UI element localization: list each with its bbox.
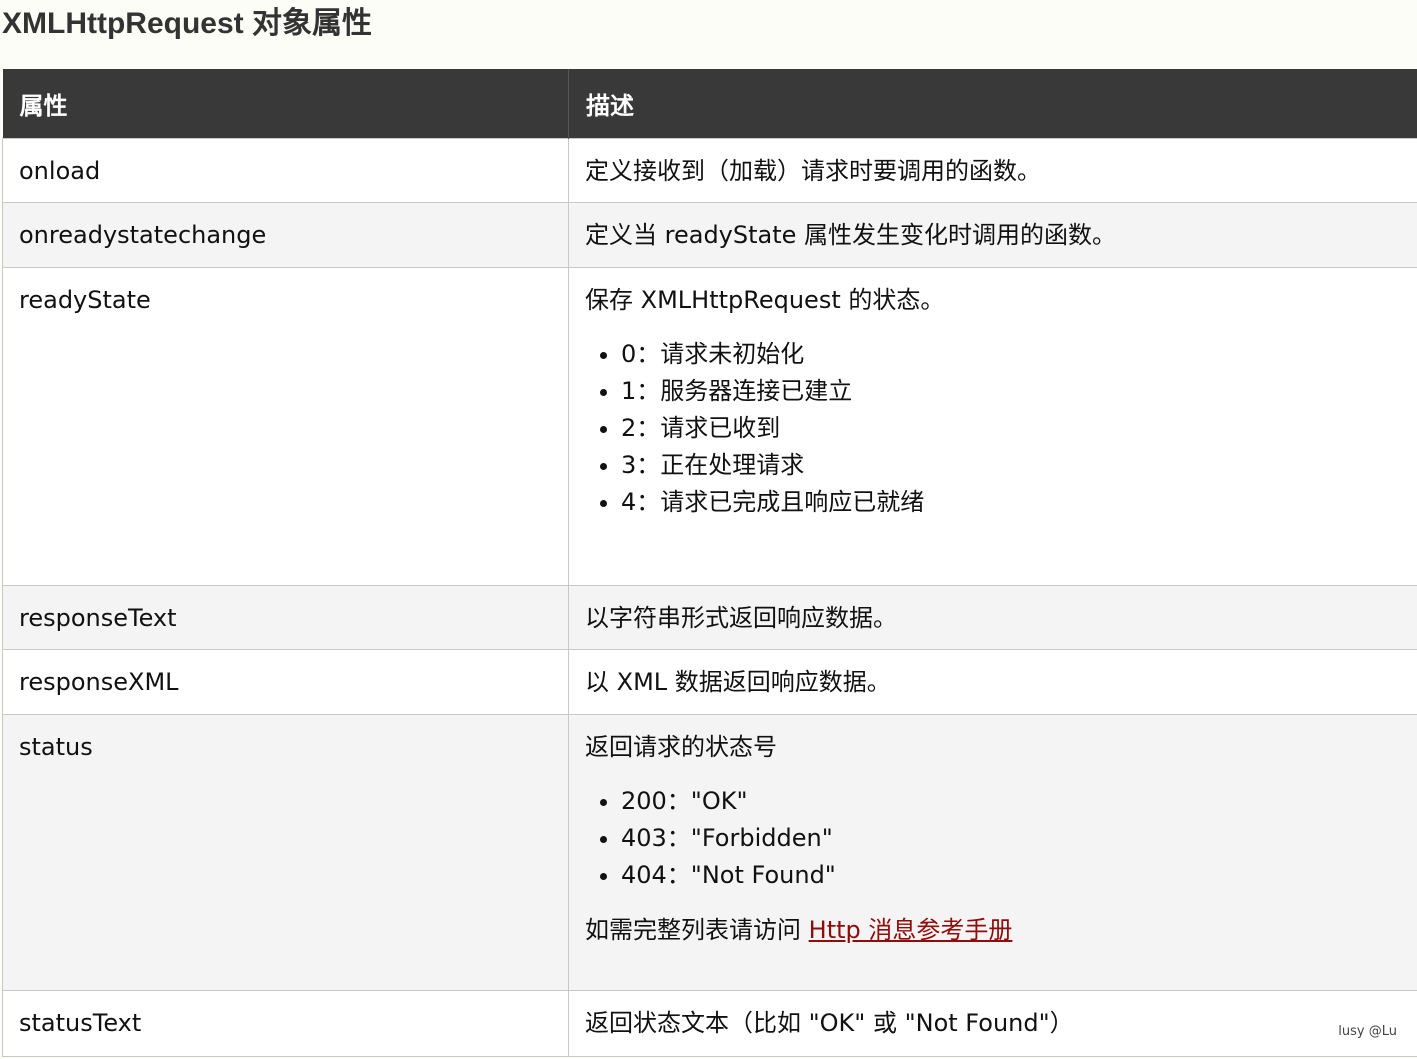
table-row: onreadystatechange 定义当 readyState 属性发生变化…	[2, 201, 1417, 268]
watermark: lusy @Lu	[1338, 1024, 1397, 1039]
property-description: 以 XML 数据返回响应数据。	[568, 648, 1417, 715]
property-name: responseText	[2, 584, 569, 650]
property-name: onreadystatechange	[2, 201, 569, 268]
table-row: responseText 以字符串形式返回响应数据。	[2, 584, 1417, 650]
reference-note: 如需完整列表请访问 Http 消息参考手册	[585, 914, 1401, 946]
table-header-row: 属性 描述	[2, 69, 1417, 138]
list-item: 200："OK"	[621, 783, 1401, 820]
list-item: 3：正在处理请求	[621, 447, 1401, 484]
property-description: 定义当 readyState 属性发生变化时调用的函数。	[568, 201, 1417, 268]
list-item: 0：请求未初始化	[621, 336, 1401, 373]
list-item: 4：请求已完成且响应已就绪	[621, 484, 1401, 521]
properties-table: 属性 描述 onload 定义接收到（加载）请求时要调用的函数。 onready…	[2, 69, 1417, 1057]
column-header-property: 属性	[2, 69, 569, 138]
table-row: responseXML 以 XML 数据返回响应数据。	[2, 648, 1417, 715]
list-item: 404："Not Found"	[621, 857, 1401, 894]
column-header-description: 描述	[568, 69, 1417, 138]
property-name: readyState	[2, 266, 569, 586]
table-row: status 返回请求的状态号 200："OK" 403："Forbidden"…	[2, 713, 1417, 991]
property-name: statusText	[2, 989, 569, 1057]
page-title: XMLHttpRequest 对象属性	[2, 7, 372, 40]
property-name: status	[2, 713, 569, 991]
list-item: 2：请求已收到	[621, 410, 1401, 447]
reference-note-text: 如需完整列表请访问	[585, 915, 809, 944]
table-row: onload 定义接收到（加载）请求时要调用的函数。	[2, 137, 1417, 203]
list-item: 1：服务器连接已建立	[621, 373, 1401, 410]
property-name: onload	[2, 137, 569, 203]
ready-state-list: 0：请求未初始化 1：服务器连接已建立 2：请求已收到 3：正在处理请求 4：请…	[585, 336, 1401, 521]
table-row: statusText 返回状态文本（比如 "OK" 或 "Not Found"）	[2, 989, 1417, 1057]
status-code-list: 200："OK" 403："Forbidden" 404："Not Found"	[585, 783, 1401, 894]
property-description: 定义接收到（加载）请求时要调用的函数。	[568, 137, 1417, 203]
http-reference-link[interactable]: Http 消息参考手册	[809, 916, 1013, 944]
property-description-cell: 保存 XMLHttpRequest 的状态。 0：请求未初始化 1：服务器连接已…	[568, 266, 1417, 586]
property-description: 保存 XMLHttpRequest 的状态。	[585, 285, 945, 314]
property-description: 返回请求的状态号	[585, 732, 777, 761]
property-description: 以字符串形式返回响应数据。	[568, 584, 1417, 650]
property-description: 返回状态文本（比如 "OK" 或 "Not Found"）	[568, 989, 1417, 1057]
table-row: readyState 保存 XMLHttpRequest 的状态。 0：请求未初…	[2, 266, 1417, 586]
property-name: responseXML	[2, 648, 569, 715]
list-item: 403："Forbidden"	[621, 820, 1401, 857]
property-description-cell: 返回请求的状态号 200："OK" 403："Forbidden" 404："N…	[568, 713, 1417, 991]
page: XMLHttpRequest 对象属性 属性 描述 onload 定义接收到（加…	[0, 0, 1417, 1059]
